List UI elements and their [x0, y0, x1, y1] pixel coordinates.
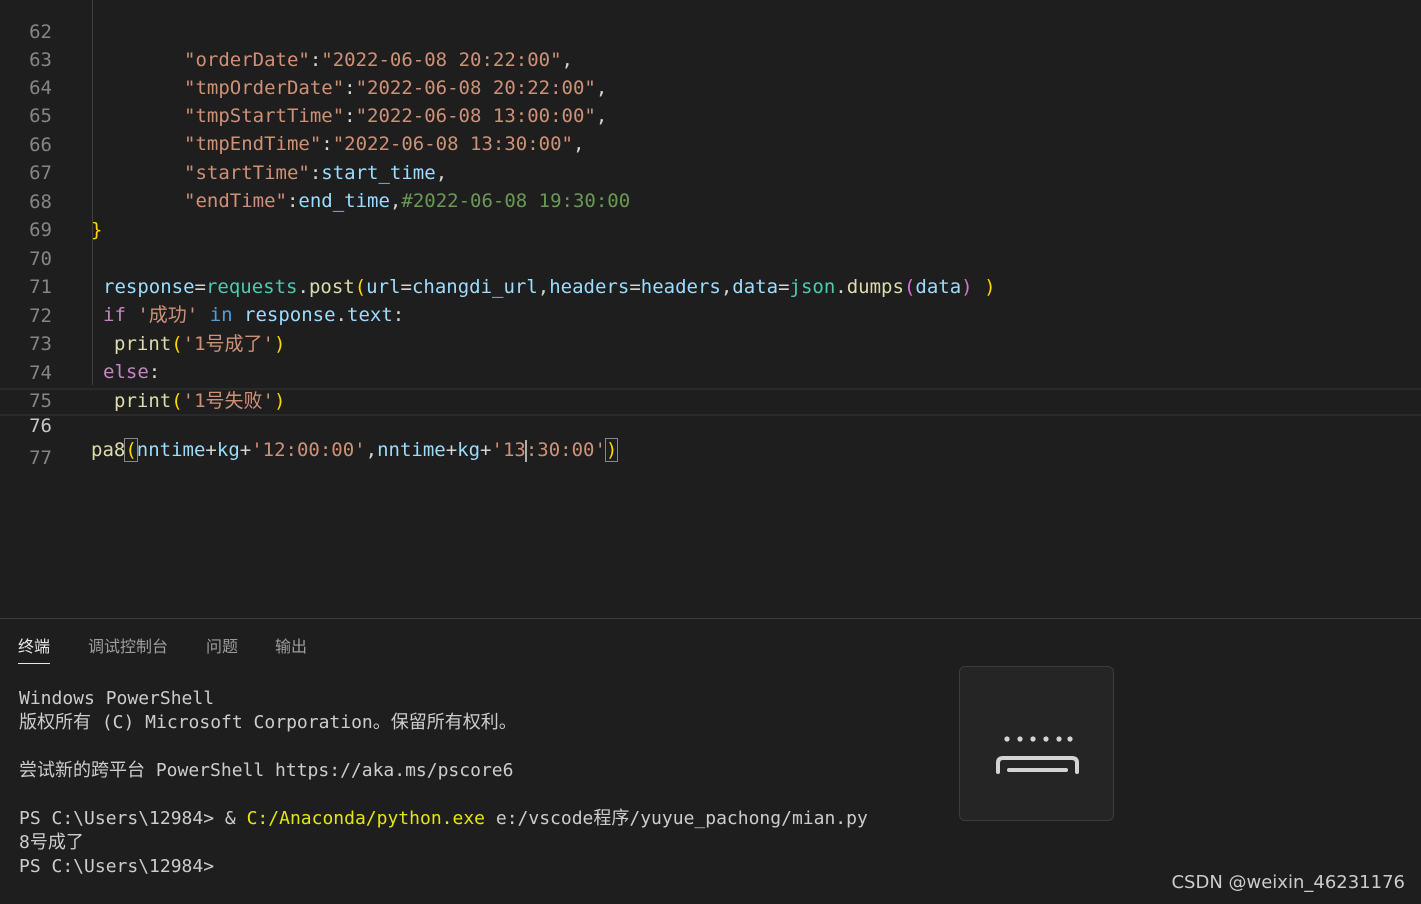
- tab-terminal[interactable]: 终端: [18, 633, 51, 664]
- python-exe-path: C:/Anaconda/python.exe: [246, 808, 486, 829]
- terminal-command-line[interactable]: PS C:\Users\12984> & C:/Anaconda/python.…: [19, 807, 868, 831]
- code-line-69[interactable]: 69: [0, 188, 1421, 241]
- terminal-output: 8号成了: [19, 832, 84, 853]
- script-path: e:/vscode程序/yuyue_pachong/mian.py: [485, 808, 868, 829]
- code-line-73[interactable]: 73 else:: [0, 302, 1421, 383]
- code-line-62[interactable]: 62 "orderDate":"2022-06-08 20:22:00",: [0, 0, 1421, 71]
- code-line-66[interactable]: 66 "startTime":start_time,: [0, 103, 1421, 184]
- csdn-watermark: CSDN @weixin_46231176: [1171, 872, 1405, 893]
- terminal-line: 尝试新的跨平台 PowerShell https://aka.ms/pscore…: [19, 760, 514, 781]
- code-line-72[interactable]: 72 print('1号成了'): [0, 274, 1421, 355]
- code-line-65[interactable]: 65 "tmpEndTime":"2022-06-08 13:30:00",: [0, 74, 1421, 155]
- code-line-70[interactable]: 70 response=requests.post(url=changdi_ur…: [0, 217, 1421, 298]
- code-line-63[interactable]: 63 "tmpOrderDate":"2022-06-08 20:22:00",: [0, 18, 1421, 99]
- code-line-71[interactable]: 71 if '成功' in response.text:: [0, 245, 1421, 326]
- code-line-75[interactable]: 75: [0, 359, 1421, 412]
- code-line-74[interactable]: 74 print('1号失败'): [0, 331, 1421, 412]
- terminal-prompt: PS C:\Users\12984>: [19, 808, 215, 829]
- tab-output[interactable]: 输出: [275, 633, 307, 663]
- keyboard-icon: [996, 736, 1079, 774]
- code-line-64[interactable]: 64 "tmpStartTime":"2022-06-08 13:00:00",: [0, 46, 1421, 127]
- code-line-67[interactable]: 67 "endTime":end_time,#2022-06-08 19:30:…: [0, 131, 1421, 212]
- terminal-line: Windows PowerShell: [19, 688, 215, 709]
- tab-problems[interactable]: 问题: [206, 633, 238, 663]
- terminal-prompt[interactable]: PS C:\Users\12984>: [19, 855, 214, 879]
- tab-debug-console[interactable]: 调试控制台: [88, 633, 168, 663]
- floating-keyboard-button[interactable]: [959, 666, 1114, 821]
- code-editor[interactable]: 62 "orderDate":"2022-06-08 20:22:00", 63…: [0, 0, 1421, 618]
- terminal-line: 版权所有 (C) Microsoft Corporation。保留所有权利。: [19, 712, 517, 733]
- code-line-77[interactable]: 77: [0, 416, 1421, 469]
- code-line-68[interactable]: 68 }: [0, 160, 1421, 241]
- line-number: 77: [29, 447, 52, 469]
- code-line-76-current[interactable]: 76 pa8(nntime+kg+'12:00:00',nntime+kg+'1…: [0, 388, 1421, 462]
